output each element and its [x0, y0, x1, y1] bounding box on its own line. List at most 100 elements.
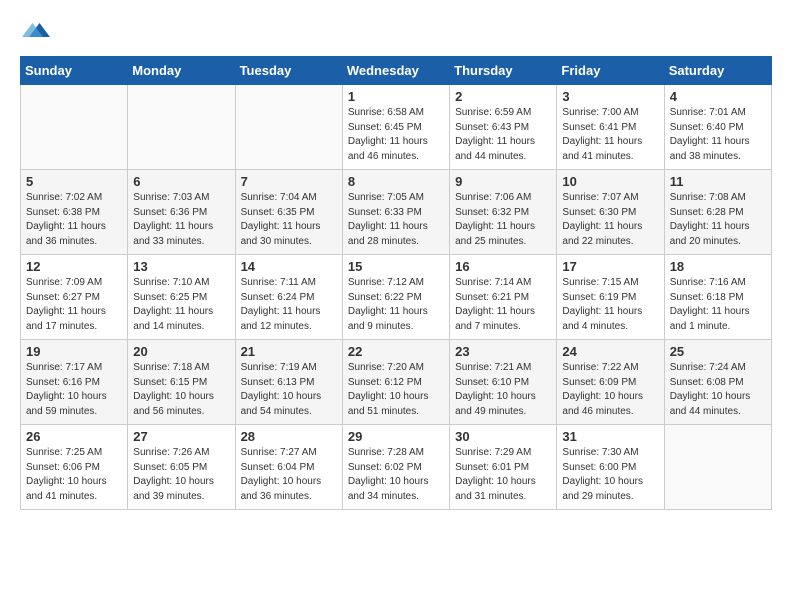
day-info: Sunrise: 7:10 AM Sunset: 6:25 PM Dayligh…	[133, 276, 229, 334]
day-number: 28	[241, 429, 337, 444]
day-info: Sunrise: 7:07 AM Sunset: 6:30 PM Dayligh…	[562, 191, 658, 249]
day-info: Sunrise: 7:03 AM Sunset: 6:36 PM Dayligh…	[133, 191, 229, 249]
calendar-cell: 2 Sunrise: 6:59 AM Sunset: 6:43 PM Daylig…	[450, 85, 557, 170]
calendar-week-row: 12 Sunrise: 7:09 AM Sunset: 6:27 PM Dayli…	[21, 255, 772, 340]
calendar-cell: 17 Sunrise: 7:15 AM Sunset: 6:19 PM Dayli…	[557, 255, 664, 340]
calendar-cell: 9 Sunrise: 7:06 AM Sunset: 6:32 PM Daylig…	[450, 170, 557, 255]
day-info: Sunrise: 7:16 AM Sunset: 6:18 PM Dayligh…	[670, 276, 766, 334]
day-info: Sunrise: 7:18 AM Sunset: 6:15 PM Dayligh…	[133, 361, 229, 419]
calendar-cell: 1 Sunrise: 6:58 AM Sunset: 6:45 PM Daylig…	[342, 85, 449, 170]
day-number: 30	[455, 429, 551, 444]
calendar-cell: 10 Sunrise: 7:07 AM Sunset: 6:30 PM Dayli…	[557, 170, 664, 255]
day-number: 31	[562, 429, 658, 444]
calendar-cell: 11 Sunrise: 7:08 AM Sunset: 6:28 PM Dayli…	[664, 170, 771, 255]
day-number: 12	[26, 259, 122, 274]
day-number: 3	[562, 89, 658, 104]
calendar-cell: 23 Sunrise: 7:21 AM Sunset: 6:10 PM Dayli…	[450, 340, 557, 425]
calendar-cell: 4 Sunrise: 7:01 AM Sunset: 6:40 PM Daylig…	[664, 85, 771, 170]
calendar-cell: 16 Sunrise: 7:14 AM Sunset: 6:21 PM Dayli…	[450, 255, 557, 340]
day-number: 23	[455, 344, 551, 359]
calendar-day-header: Tuesday	[235, 57, 342, 85]
day-info: Sunrise: 7:22 AM Sunset: 6:09 PM Dayligh…	[562, 361, 658, 419]
calendar-day-header: Thursday	[450, 57, 557, 85]
day-number: 16	[455, 259, 551, 274]
page-header	[20, 16, 772, 44]
day-info: Sunrise: 7:08 AM Sunset: 6:28 PM Dayligh…	[670, 191, 766, 249]
calendar-cell: 13 Sunrise: 7:10 AM Sunset: 6:25 PM Dayli…	[128, 255, 235, 340]
calendar-day-header: Saturday	[664, 57, 771, 85]
day-number: 20	[133, 344, 229, 359]
calendar-cell: 26 Sunrise: 7:25 AM Sunset: 6:06 PM Dayli…	[21, 425, 128, 510]
day-info: Sunrise: 6:58 AM Sunset: 6:45 PM Dayligh…	[348, 106, 444, 164]
day-number: 10	[562, 174, 658, 189]
calendar-cell: 18 Sunrise: 7:16 AM Sunset: 6:18 PM Dayli…	[664, 255, 771, 340]
calendar-day-header: Friday	[557, 57, 664, 85]
day-number: 13	[133, 259, 229, 274]
calendar-cell: 19Sunrise: 7:17 AM Sunset: 6:16 PM Dayli…	[21, 340, 128, 425]
day-number: 14	[241, 259, 337, 274]
day-info: Sunrise: 7:26 AM Sunset: 6:05 PM Dayligh…	[133, 446, 229, 504]
day-info: Sunrise: 7:24 AM Sunset: 6:08 PM Dayligh…	[670, 361, 766, 419]
calendar-cell	[128, 85, 235, 170]
day-number: 17	[562, 259, 658, 274]
day-number: 11	[670, 174, 766, 189]
day-info: Sunrise: 7:12 AM Sunset: 6:22 PM Dayligh…	[348, 276, 444, 334]
day-info: Sunrise: 6:59 AM Sunset: 6:43 PM Dayligh…	[455, 106, 551, 164]
calendar-week-row: 26 Sunrise: 7:25 AM Sunset: 6:06 PM Dayli…	[21, 425, 772, 510]
day-number: 22	[348, 344, 444, 359]
day-info: Sunrise: 7:19 AM Sunset: 6:13 PM Dayligh…	[241, 361, 337, 419]
calendar-cell: 8 Sunrise: 7:05 AM Sunset: 6:33 PM Daylig…	[342, 170, 449, 255]
day-info: Sunrise: 7:01 AM Sunset: 6:40 PM Dayligh…	[670, 106, 766, 164]
day-info: Sunrise: 7:05 AM Sunset: 6:33 PM Dayligh…	[348, 191, 444, 249]
calendar-day-header: Wednesday	[342, 57, 449, 85]
day-info: Sunrise: 7:11 AM Sunset: 6:24 PM Dayligh…	[241, 276, 337, 334]
day-info: Sunrise: 7:27 AM Sunset: 6:04 PM Dayligh…	[241, 446, 337, 504]
day-info: Sunrise: 7:02 AM Sunset: 6:38 PM Dayligh…	[26, 191, 122, 249]
day-number: 24	[562, 344, 658, 359]
calendar-week-row: 5 Sunrise: 7:02 AM Sunset: 6:38 PM Daylig…	[21, 170, 772, 255]
day-info: Sunrise: 7:15 AM Sunset: 6:19 PM Dayligh…	[562, 276, 658, 334]
logo	[20, 16, 50, 44]
day-number: 5	[26, 174, 122, 189]
day-number: 18	[670, 259, 766, 274]
day-info: Sunrise: 7:04 AM Sunset: 6:35 PM Dayligh…	[241, 191, 337, 249]
day-info: Sunrise: 7:20 AM Sunset: 6:12 PM Dayligh…	[348, 361, 444, 419]
day-number: 4	[670, 89, 766, 104]
calendar-cell: 29 Sunrise: 7:28 AM Sunset: 6:02 PM Dayli…	[342, 425, 449, 510]
day-info: Sunrise: 7:21 AM Sunset: 6:10 PM Dayligh…	[455, 361, 551, 419]
calendar-cell	[235, 85, 342, 170]
calendar-cell	[21, 85, 128, 170]
calendar-week-row: 1 Sunrise: 6:58 AM Sunset: 6:45 PM Daylig…	[21, 85, 772, 170]
day-number: 2	[455, 89, 551, 104]
calendar-cell: 22 Sunrise: 7:20 AM Sunset: 6:12 PM Dayli…	[342, 340, 449, 425]
calendar-cell: 3Sunrise: 7:00 AM Sunset: 6:41 PM Daylig…	[557, 85, 664, 170]
day-info: Sunrise: 7:29 AM Sunset: 6:01 PM Dayligh…	[455, 446, 551, 504]
calendar-cell	[664, 425, 771, 510]
day-number: 7	[241, 174, 337, 189]
day-info: Sunrise: 7:25 AM Sunset: 6:06 PM Dayligh…	[26, 446, 122, 504]
day-number: 29	[348, 429, 444, 444]
calendar-cell: 12 Sunrise: 7:09 AM Sunset: 6:27 PM Dayli…	[21, 255, 128, 340]
calendar-day-header: Monday	[128, 57, 235, 85]
day-info: Sunrise: 7:30 AM Sunset: 6:00 PM Dayligh…	[562, 446, 658, 504]
calendar-table: SundayMondayTuesdayWednesdayThursdayFrid…	[20, 56, 772, 510]
day-info: Sunrise: 7:09 AM Sunset: 6:27 PM Dayligh…	[26, 276, 122, 334]
calendar-cell: 14 Sunrise: 7:11 AM Sunset: 6:24 PM Dayli…	[235, 255, 342, 340]
day-info: Sunrise: 7:28 AM Sunset: 6:02 PM Dayligh…	[348, 446, 444, 504]
day-info: Sunrise: 7:17 AM Sunset: 6:16 PM Dayligh…	[26, 361, 122, 419]
day-number: 26	[26, 429, 122, 444]
calendar-cell: 24 Sunrise: 7:22 AM Sunset: 6:09 PM Dayli…	[557, 340, 664, 425]
calendar-cell: 30 Sunrise: 7:29 AM Sunset: 6:01 PM Dayli…	[450, 425, 557, 510]
calendar-week-row: 19Sunrise: 7:17 AM Sunset: 6:16 PM Dayli…	[21, 340, 772, 425]
day-number: 1	[348, 89, 444, 104]
calendar-cell: 5 Sunrise: 7:02 AM Sunset: 6:38 PM Daylig…	[21, 170, 128, 255]
calendar-cell: 28 Sunrise: 7:27 AM Sunset: 6:04 PM Dayli…	[235, 425, 342, 510]
calendar-cell: 15Sunrise: 7:12 AM Sunset: 6:22 PM Dayli…	[342, 255, 449, 340]
day-number: 6	[133, 174, 229, 189]
day-info: Sunrise: 7:06 AM Sunset: 6:32 PM Dayligh…	[455, 191, 551, 249]
day-number: 8	[348, 174, 444, 189]
day-info: Sunrise: 7:14 AM Sunset: 6:21 PM Dayligh…	[455, 276, 551, 334]
day-number: 9	[455, 174, 551, 189]
calendar-cell: 20 Sunrise: 7:18 AM Sunset: 6:15 PM Dayli…	[128, 340, 235, 425]
calendar-header-row: SundayMondayTuesdayWednesdayThursdayFrid…	[21, 57, 772, 85]
